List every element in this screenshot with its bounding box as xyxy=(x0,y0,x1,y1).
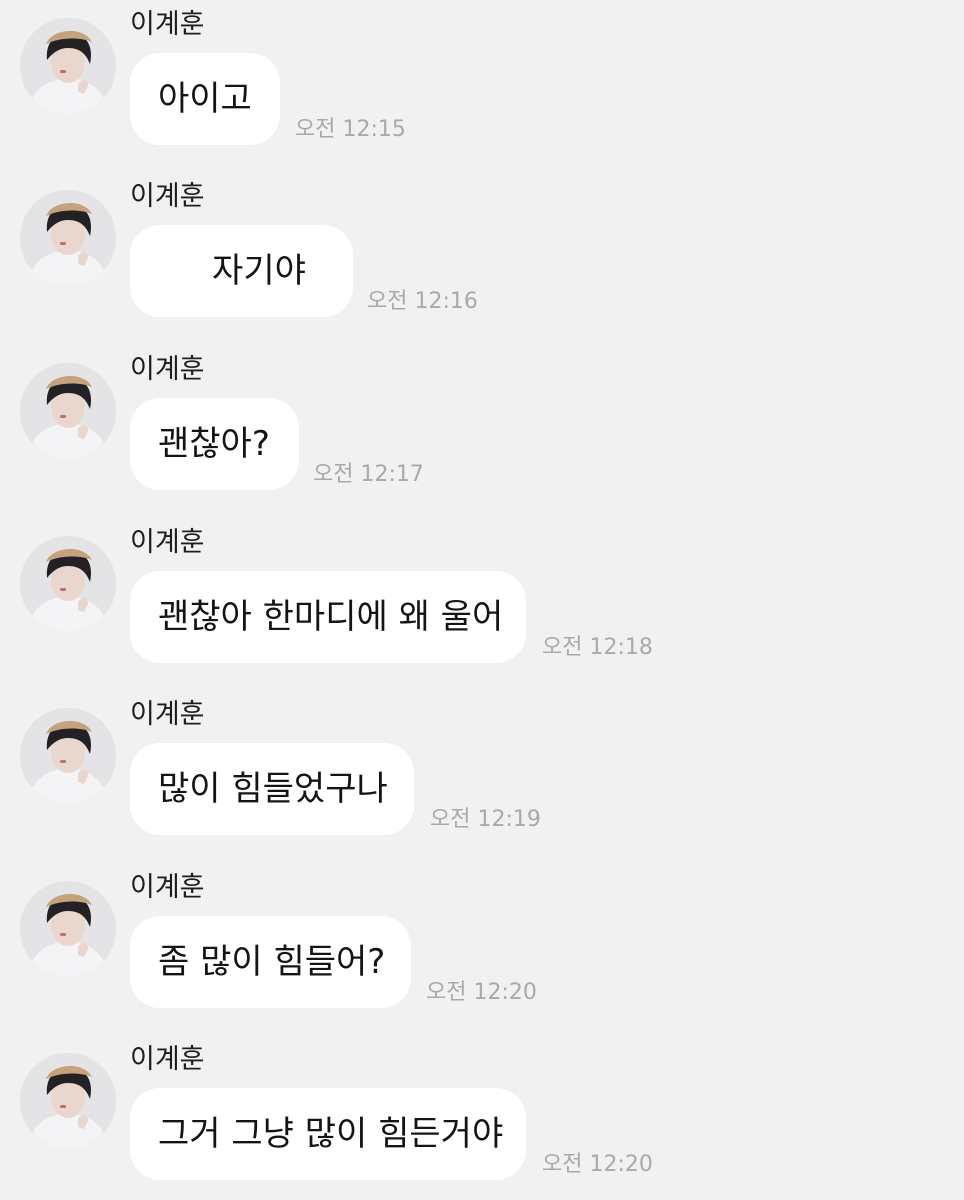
profile-photo-icon xyxy=(20,1053,116,1149)
message-timestamp: 오전 12:19 xyxy=(430,807,541,832)
profile-photo-icon xyxy=(20,881,116,977)
message-bubble[interactable]: 그거 그냥 많이 힘든거야 xyxy=(130,1088,526,1180)
profile-photo-icon xyxy=(20,536,116,632)
message-bubble[interactable]: 괜찮아? xyxy=(130,398,299,490)
message-group: 이계훈 많이 힘들었구나 오전 12:19 xyxy=(0,690,964,840)
sender-name: 이계훈 xyxy=(130,1044,205,1075)
sender-name: 이계훈 xyxy=(130,354,205,385)
sender-name: 이계훈 xyxy=(130,872,205,903)
avatar[interactable] xyxy=(20,881,116,977)
avatar[interactable] xyxy=(20,1053,116,1149)
sender-name: 이계훈 xyxy=(130,527,205,558)
message-timestamp: 오전 12:16 xyxy=(367,289,478,314)
avatar[interactable] xyxy=(20,708,116,804)
message-timestamp: 오전 12:15 xyxy=(295,117,406,142)
message-bubble[interactable]: 좀 많이 힘들어? xyxy=(130,916,411,1008)
avatar[interactable] xyxy=(20,190,116,286)
chat-thread[interactable]: 이계훈 아이고 오전 12:15 이계훈 자기야 오전 12:16 이계훈 괜찮… xyxy=(0,0,964,1200)
message-timestamp: 오전 12:18 xyxy=(542,635,653,660)
profile-photo-icon xyxy=(20,18,116,114)
message-group: 이계훈 괜찮아 한마디에 왜 울어 오전 12:18 xyxy=(0,518,964,668)
message-group: 이계훈 자기야 오전 12:16 xyxy=(0,172,964,322)
avatar[interactable] xyxy=(20,536,116,632)
avatar[interactable] xyxy=(20,363,116,459)
sender-name: 이계훈 xyxy=(130,9,205,40)
message-group: 이계훈 그거 그냥 많이 힘든거야 오전 12:20 xyxy=(0,1035,964,1185)
profile-photo-icon xyxy=(20,363,116,459)
profile-photo-icon xyxy=(20,190,116,286)
message-group: 이계훈 아이고 오전 12:15 xyxy=(0,0,964,150)
message-group: 이계훈 괜찮아? 오전 12:17 xyxy=(0,345,964,495)
message-bubble[interactable]: 자기야 xyxy=(130,225,353,317)
sender-name: 이계훈 xyxy=(130,699,205,730)
message-group: 이계훈 좀 많이 힘들어? 오전 12:20 xyxy=(0,863,964,1013)
message-bubble[interactable]: 많이 힘들었구나 xyxy=(130,743,414,835)
profile-photo-icon xyxy=(20,708,116,804)
sender-name: 이계훈 xyxy=(130,181,205,212)
message-timestamp: 오전 12:20 xyxy=(542,1152,653,1177)
avatar[interactable] xyxy=(20,18,116,114)
message-timestamp: 오전 12:17 xyxy=(313,462,424,487)
message-timestamp: 오전 12:20 xyxy=(426,980,537,1005)
message-bubble[interactable]: 괜찮아 한마디에 왜 울어 xyxy=(130,571,526,663)
message-bubble[interactable]: 아이고 xyxy=(130,53,280,145)
